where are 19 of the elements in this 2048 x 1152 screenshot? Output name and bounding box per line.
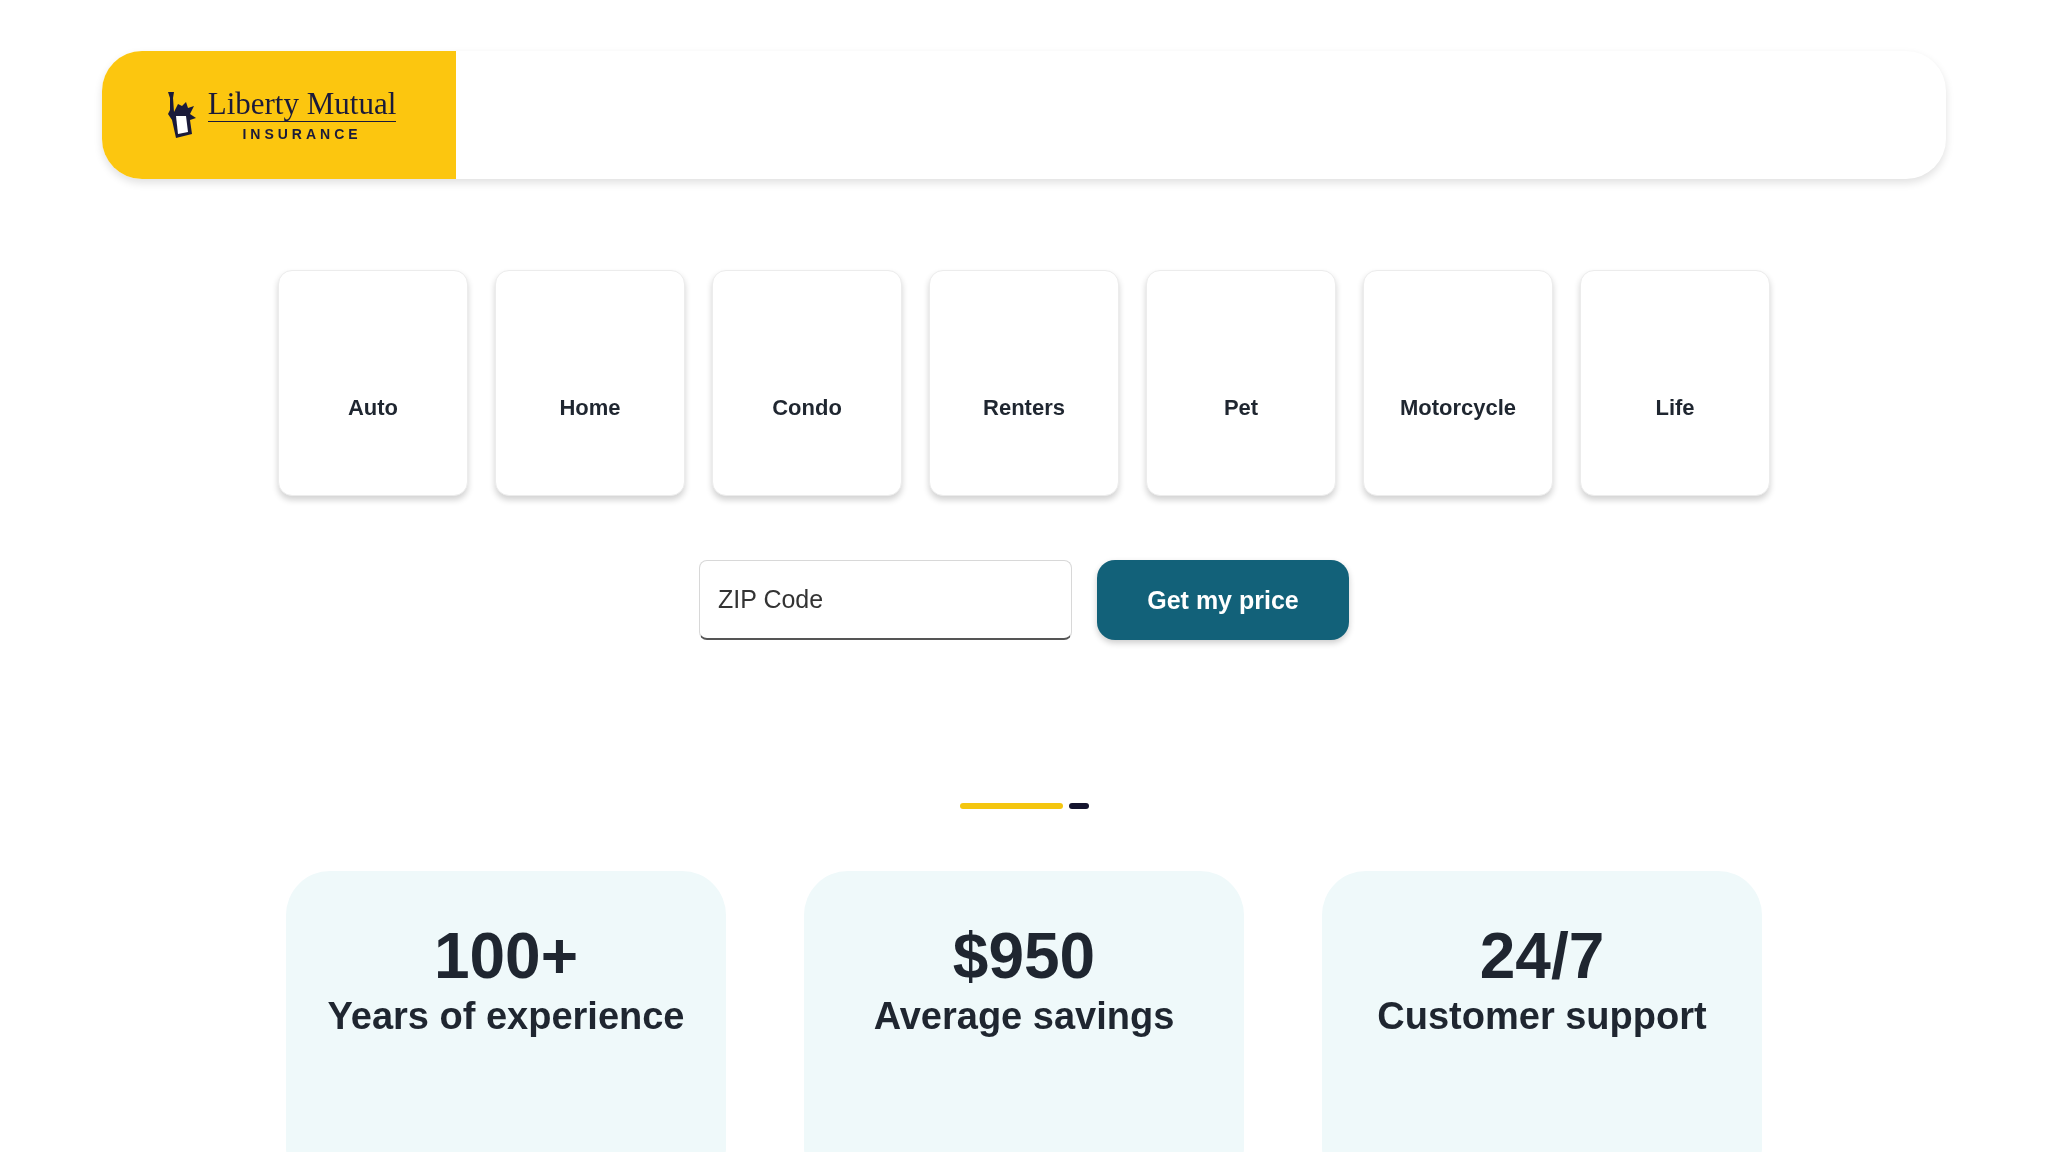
stat-value: 24/7 bbox=[1479, 921, 1605, 992]
stat-value: 100+ bbox=[433, 921, 579, 992]
stat-label: Average savings bbox=[873, 994, 1175, 1040]
stat-label: Years of experience bbox=[327, 994, 685, 1040]
logo-name: Liberty Mutual bbox=[207, 87, 397, 123]
stat-value: $950 bbox=[952, 921, 1096, 992]
stat-label: Customer support bbox=[1377, 994, 1707, 1040]
logo-tagline: INSURANCE bbox=[242, 126, 362, 143]
product-card[interactable]: Pet bbox=[1146, 270, 1336, 496]
product-card[interactable]: Motorcycle bbox=[1363, 270, 1553, 496]
zip-code-field[interactable]: ZIP Code bbox=[699, 560, 1072, 640]
product-card[interactable]: Home bbox=[495, 270, 685, 496]
product-card[interactable]: Life bbox=[1580, 270, 1770, 496]
product-card[interactable]: Renters bbox=[929, 270, 1119, 496]
pager-indicator[interactable] bbox=[1068, 803, 1089, 809]
product-card[interactable]: Condo bbox=[712, 270, 902, 496]
get-price-button[interactable]: Get my price bbox=[1097, 560, 1349, 640]
product-card[interactable]: Auto bbox=[278, 270, 468, 496]
logo[interactable]: Liberty Mutual INSURANCE bbox=[102, 51, 456, 179]
